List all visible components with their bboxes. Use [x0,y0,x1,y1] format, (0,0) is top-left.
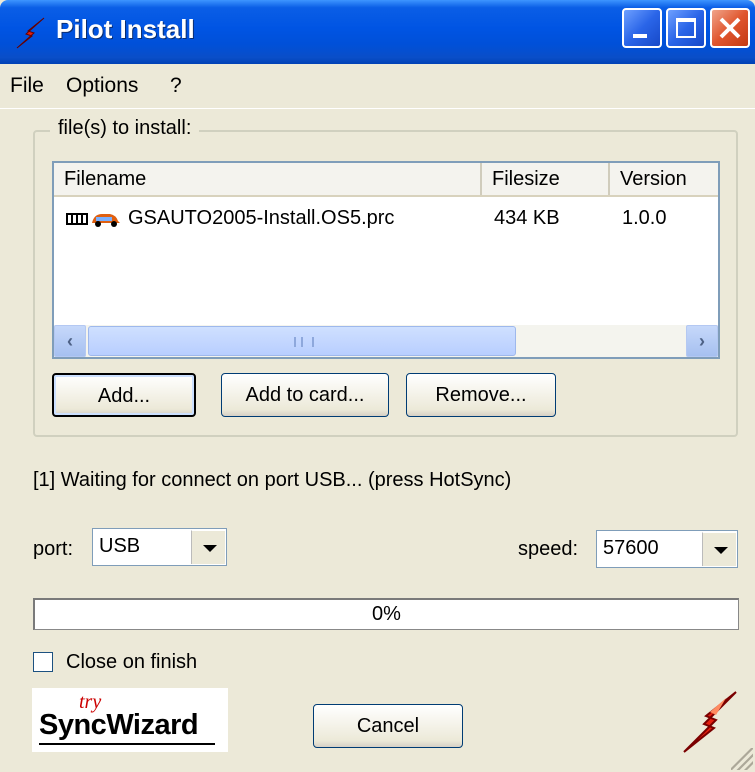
list-item[interactable]: GSAUTO2005-Install.OS5.prc 434 KB 1.0.0 [54,201,718,235]
scroll-thumb[interactable] [88,326,516,356]
pilot-install-window: Pilot Install File Options ? file(s) to … [0,0,755,772]
title-bar[interactable]: Pilot Install [0,0,755,64]
file-size: 434 KB [494,207,560,229]
menu-help[interactable]: ? [170,74,182,98]
speed-select[interactable]: 57600 [596,530,738,568]
horizontal-scrollbar[interactable]: ‹ › [54,325,718,357]
syncwizard-logo[interactable]: try SyncWizard [32,688,228,752]
progress-text: 0% [372,603,401,625]
list-header: Filename Filesize Version [54,163,718,197]
column-filename[interactable]: Filename [54,163,482,195]
remove-button[interactable]: Remove... [406,373,556,417]
window-title: Pilot Install [56,14,195,44]
chevron-down-icon[interactable] [191,530,225,564]
speed-label: speed: [518,538,579,560]
logo-underline [39,743,215,745]
add-button[interactable]: Add... [52,373,196,417]
status-text: [1] Waiting for connect on port USB... (… [33,469,512,491]
minimize-icon [633,34,647,38]
speed-value: 57600 [603,537,659,559]
file-name: GSAUTO2005-Install.OS5.prc [128,207,395,229]
file-list[interactable]: Filename Filesize Version GSAUTO2005-Ins… [52,161,720,359]
column-version[interactable]: Version [610,163,718,195]
close-on-finish-checkbox[interactable] [33,652,53,672]
port-label: port: [33,538,74,560]
scroll-right-button[interactable]: › [686,325,718,357]
resize-grip[interactable] [731,748,753,770]
cancel-button[interactable]: Cancel [313,704,463,748]
scroll-left-button[interactable]: ‹ [54,325,86,357]
logo-main-text: SyncWizard [39,709,199,741]
pilot-lightning-icon [683,691,737,753]
grip-icon [294,337,314,347]
add-to-card-button[interactable]: Add to card... [221,373,389,417]
menu-file[interactable]: File [10,74,44,98]
palm-app-icon [66,213,120,227]
close-button[interactable] [710,8,750,48]
pilot-lightning-icon [16,17,45,49]
port-select[interactable]: USB [92,528,227,566]
close-on-finish-label[interactable]: Close on finish [66,651,197,674]
close-icon [719,17,741,39]
port-value: USB [99,535,141,557]
progress-bar: 0% [33,598,739,630]
menu-bar: File Options ? [0,64,755,109]
chevron-right-icon: › [699,331,705,351]
chevron-left-icon: ‹ [67,331,73,351]
files-group-label: file(s) to install: [50,117,200,140]
maximize-icon [676,18,696,38]
file-version: 1.0.0 [622,207,667,229]
maximize-button[interactable] [666,8,706,48]
menu-options[interactable]: Options [66,74,138,98]
column-filesize[interactable]: Filesize [482,163,610,195]
chevron-down-icon[interactable] [702,532,736,566]
minimize-button[interactable] [622,8,662,48]
